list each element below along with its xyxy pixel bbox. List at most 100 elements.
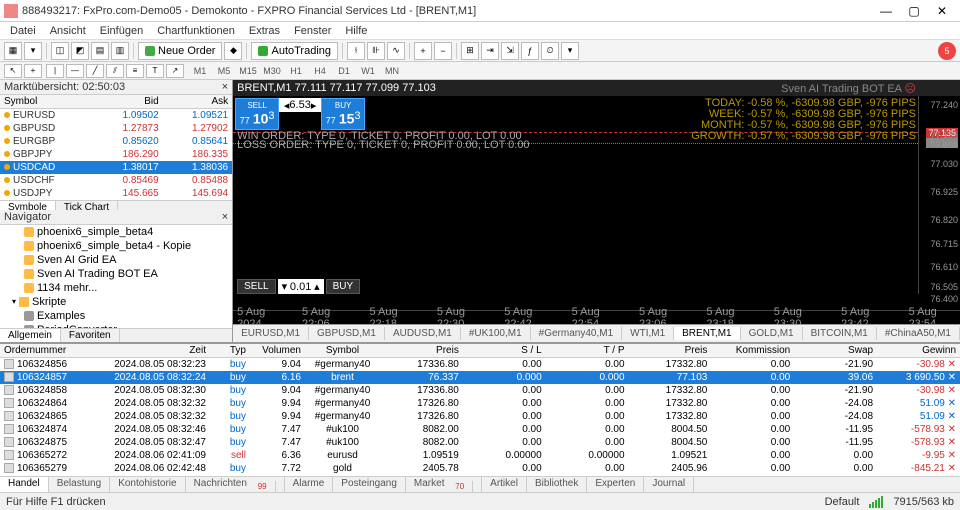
- menu-chartfunktionen[interactable]: Chartfunktionen: [151, 25, 241, 37]
- tab-allgemein[interactable]: Allgemein: [0, 329, 61, 342]
- nav-item[interactable]: phoenix6_simple_beta4 - Kopie: [0, 239, 232, 253]
- order-row[interactable]: 1063248742024.08.05 08:32:46buy7.47#uk10…: [0, 423, 960, 436]
- nav-item[interactable]: Sven AI Grid EA: [0, 253, 232, 267]
- order-row[interactable]: 1063248652024.08.05 08:32:32buy9.94#germ…: [0, 410, 960, 423]
- chart-tab[interactable]: BITCOIN,M1: [803, 327, 877, 340]
- sell-button[interactable]: SELL: [237, 279, 275, 294]
- tf-M5[interactable]: M5: [212, 64, 236, 78]
- term-tab-alarme[interactable]: Alarme: [285, 477, 334, 492]
- tf-H1[interactable]: H1: [284, 64, 308, 78]
- market-icon[interactable]: ◫: [51, 42, 69, 60]
- market-row-USDCAD[interactable]: USDCAD1.380171.38036: [0, 161, 232, 174]
- tf-D1[interactable]: D1: [332, 64, 356, 78]
- nav-group-skripte[interactable]: ▾Skripte: [0, 295, 232, 309]
- market-row-EURGBP[interactable]: EURGBP0.856200.85641: [0, 135, 232, 148]
- market-row-USDCHF[interactable]: USDCHF0.854690.85488: [0, 174, 232, 187]
- col-bid[interactable]: Bid: [93, 95, 162, 109]
- chart-tab[interactable]: WTI,M1: [622, 327, 674, 340]
- col-ask[interactable]: Ask: [163, 95, 232, 109]
- scroll-icon[interactable]: ⇲: [501, 42, 519, 60]
- term-col[interactable]: Volumen: [250, 344, 305, 358]
- term-col[interactable]: T / P: [546, 344, 629, 358]
- arrows-icon[interactable]: ↗: [166, 64, 184, 78]
- nav-item[interactable]: Examples: [0, 309, 232, 323]
- menu-hilfe[interactable]: Hilfe: [339, 25, 373, 37]
- tf-M1[interactable]: M1: [188, 64, 212, 78]
- order-row[interactable]: 1063248572024.08.05 08:32:24buy6.16brent…: [0, 371, 960, 384]
- notification-bell-icon[interactable]: 5: [938, 42, 956, 60]
- col-symbol[interactable]: Symbol: [0, 95, 93, 109]
- term-col[interactable]: Kommission: [711, 344, 794, 358]
- menu-ansicht[interactable]: Ansicht: [44, 25, 92, 37]
- term-col[interactable]: Typ: [210, 344, 250, 358]
- crosshair-icon[interactable]: +: [24, 64, 42, 78]
- term-col[interactable]: Symbol: [305, 344, 380, 358]
- maximize-button[interactable]: ▢: [900, 4, 928, 18]
- shift-icon[interactable]: ⇥: [481, 42, 499, 60]
- market-row-USDJPY[interactable]: USDJPY145.665145.694: [0, 187, 232, 200]
- candle-chart-icon[interactable]: ⊪: [367, 42, 385, 60]
- profile-icon[interactable]: ▾: [24, 42, 42, 60]
- new-chart-icon[interactable]: ▦: [4, 42, 22, 60]
- order-row[interactable]: 1063248562024.08.05 08:32:23buy9.04#germ…: [0, 358, 960, 372]
- term-tab-nachrichten[interactable]: Nachrichten 99: [186, 477, 285, 492]
- order-row[interactable]: 1063652792024.08.06 02:42:48buy7.72gold2…: [0, 462, 960, 475]
- nav-item[interactable]: Sven AI Trading BOT EA: [0, 267, 232, 281]
- menu-einfügen[interactable]: Einfügen: [94, 25, 149, 37]
- trendline-icon[interactable]: ╱: [86, 64, 104, 78]
- chart-tab[interactable]: GBPUSD,M1: [309, 327, 385, 340]
- term-col[interactable]: Ordernummer: [0, 344, 90, 358]
- term-col[interactable]: Preis: [629, 344, 712, 358]
- zoom-in-icon[interactable]: +: [414, 42, 432, 60]
- line-chart-icon[interactable]: ∿: [387, 42, 405, 60]
- market-row-EURUSD[interactable]: EURUSD1.095021.09521: [0, 109, 232, 123]
- term-tab-market[interactable]: Market 70: [406, 477, 482, 492]
- order-row[interactable]: 1063652722024.08.06 02:41:09sell6.36euru…: [0, 449, 960, 462]
- tab-favoriten[interactable]: Favoriten: [61, 329, 120, 342]
- chart-panel[interactable]: BRENT,M1 77.111 77.117 77.099 77.103 Sve…: [233, 80, 960, 342]
- tf-H4[interactable]: H4: [308, 64, 332, 78]
- vol-input[interactable]: ▾ 0.01 ▴: [278, 279, 324, 294]
- text-icon[interactable]: T: [146, 64, 164, 78]
- tester-icon[interactable]: ▥: [111, 42, 129, 60]
- nav-item[interactable]: 1134 mehr...: [0, 281, 232, 295]
- sell-box[interactable]: SELL 77 103: [235, 98, 279, 130]
- market-row-GBPUSD[interactable]: GBPUSD1.278731.27902: [0, 122, 232, 135]
- tf-W1[interactable]: W1: [356, 64, 380, 78]
- term-tab-bibliothek[interactable]: Bibliothek: [527, 477, 587, 492]
- cursor-icon[interactable]: ↖: [4, 64, 22, 78]
- menu-fenster[interactable]: Fenster: [288, 25, 337, 37]
- term-col[interactable]: Preis: [380, 344, 463, 358]
- chart-tab[interactable]: #Germany40,M1: [531, 327, 622, 340]
- term-tab-artikel[interactable]: Artikel: [482, 477, 527, 492]
- tf-M30[interactable]: M30: [260, 64, 284, 78]
- market-close-icon[interactable]: ×: [222, 81, 228, 93]
- term-tab-handel[interactable]: Handel: [0, 477, 49, 492]
- buy-box[interactable]: BUY 77 153: [321, 98, 365, 130]
- close-button[interactable]: ✕: [928, 4, 956, 18]
- order-row[interactable]: 1063248752024.08.05 08:32:47buy7.47#uk10…: [0, 436, 960, 449]
- zoom-out-icon[interactable]: −: [434, 42, 452, 60]
- term-col[interactable]: Zeit: [90, 344, 210, 358]
- market-row-GBPJPY[interactable]: GBPJPY186.290186.335: [0, 148, 232, 161]
- term-tab-belastung[interactable]: Belastung: [49, 477, 110, 492]
- nav-close-icon[interactable]: ×: [222, 211, 228, 223]
- fibo-icon[interactable]: ≡: [126, 64, 144, 78]
- autotrading-button[interactable]: AutoTrading: [251, 42, 338, 60]
- term-col[interactable]: Swap: [794, 344, 877, 358]
- term-tab-posteingang[interactable]: Posteingang: [333, 477, 406, 492]
- chart-tab[interactable]: AUDUSD,M1: [385, 327, 461, 340]
- nav-icon[interactable]: ◩: [71, 42, 89, 60]
- arrange-icon[interactable]: ⊞: [461, 42, 479, 60]
- minimize-button[interactable]: —: [872, 4, 900, 18]
- template-icon[interactable]: ▾: [561, 42, 579, 60]
- term-icon[interactable]: ▤: [91, 42, 109, 60]
- hline-icon[interactable]: —: [66, 64, 84, 78]
- period-icon[interactable]: ⏲: [541, 42, 559, 60]
- term-tab-kontohistorie[interactable]: Kontohistorie: [110, 477, 185, 492]
- term-col[interactable]: S / L: [463, 344, 546, 358]
- menu-datei[interactable]: Datei: [4, 25, 42, 37]
- indicator-icon[interactable]: ƒ: [521, 42, 539, 60]
- meta-icon[interactable]: ◆: [224, 42, 242, 60]
- tf-MN[interactable]: MN: [380, 64, 404, 78]
